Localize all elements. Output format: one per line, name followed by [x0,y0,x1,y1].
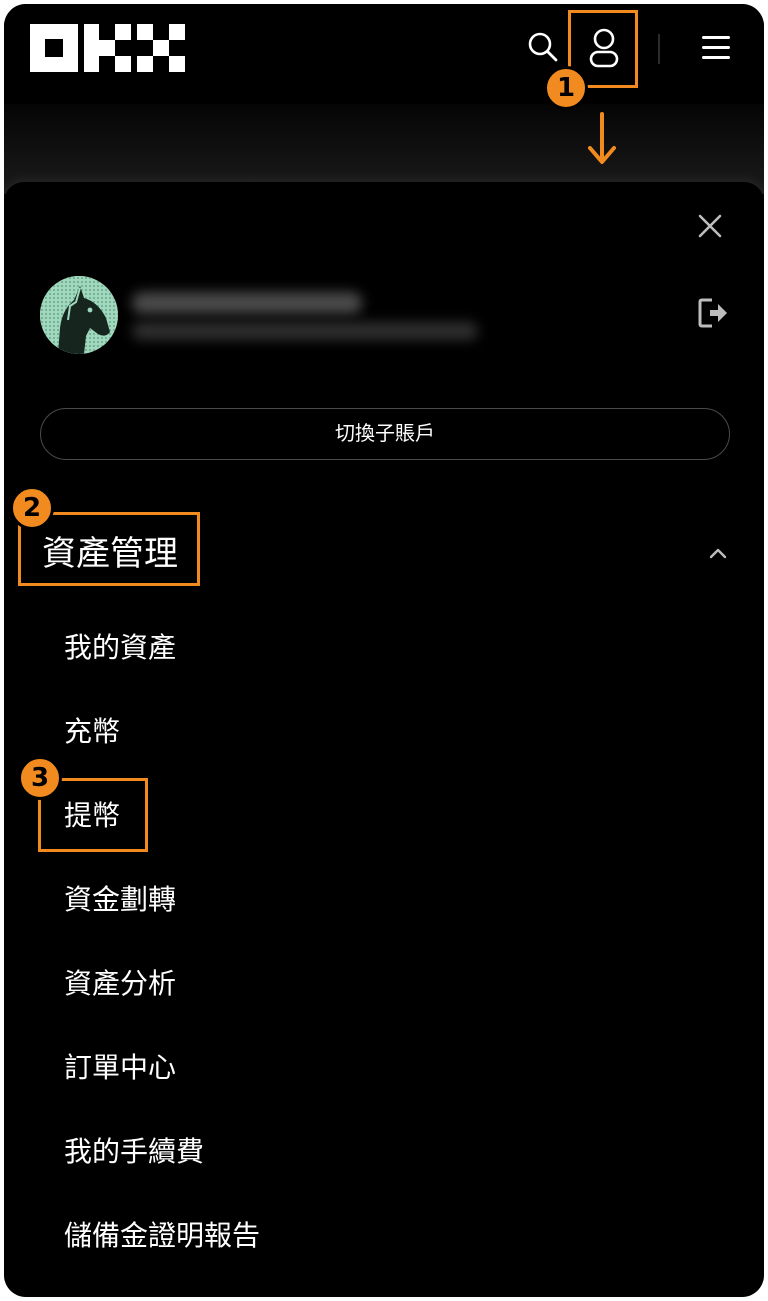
logout-icon[interactable] [696,296,730,330]
menu-item-transfer[interactable]: 資金劃轉 [64,882,176,918]
user-icon[interactable] [582,24,626,72]
user-id-redacted [132,322,478,340]
switch-subaccount-button[interactable]: 切換子賬戶 [40,408,730,460]
step1-badge: 1 [544,66,588,110]
menu-item-order-center[interactable]: 訂單中心 [64,1050,176,1086]
menu-item-my-assets[interactable]: 我的資產 [64,630,176,666]
step2-badge: 2 [10,486,54,530]
step3-badge: 3 [18,756,62,800]
nav-divider [658,34,660,64]
menu-item-withdraw[interactable]: 提幣 [64,798,120,834]
hamburger-menu-icon[interactable] [700,34,732,62]
top-navigation-bar [4,4,764,104]
menu-item-deposit[interactable]: 充幣 [64,714,120,750]
okx-logo[interactable] [30,24,186,72]
avatar[interactable] [40,276,118,354]
username-redacted [132,292,362,314]
search-icon[interactable] [526,30,560,64]
app-frame: 切換子賬戶 資產管理 我的資產 充幣 提幣 資金劃轉 資產分析 訂單中心 我的手… [4,4,764,1297]
menu-item-proof-of-reserves[interactable]: 儲備金證明報告 [64,1218,260,1254]
menu-item-asset-analysis[interactable]: 資產分析 [64,966,176,1002]
asset-management-heading[interactable]: 資產管理 [42,532,178,576]
chevron-up-icon[interactable] [706,542,730,566]
page-backdrop [4,104,764,194]
menu-item-my-fees[interactable]: 我的手續費 [64,1134,204,1170]
close-icon[interactable] [696,212,724,240]
down-arrow-icon [588,112,616,164]
